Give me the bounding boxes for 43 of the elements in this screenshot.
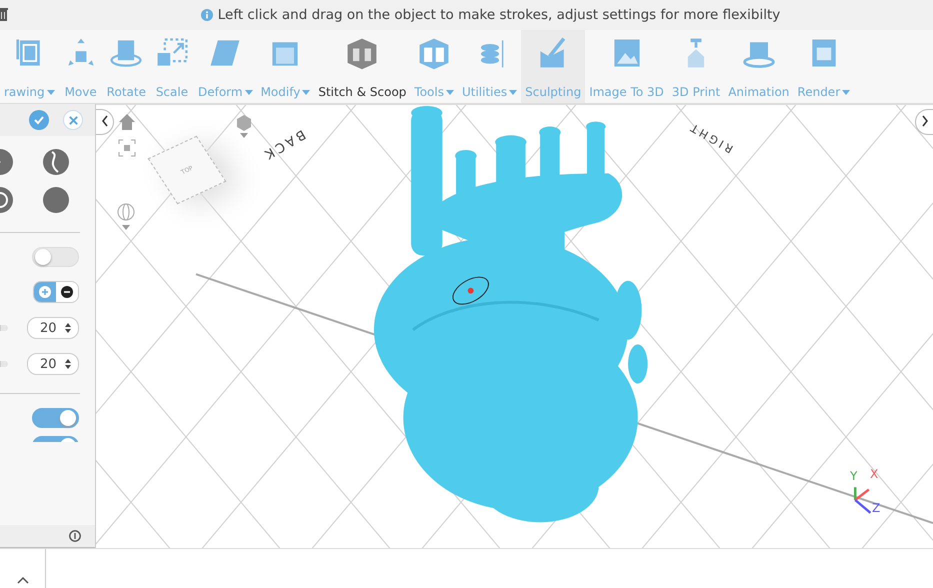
toolbar-button[interactable]: Move — [58, 30, 103, 103]
close-button[interactable] — [63, 110, 83, 130]
check-icon — [33, 114, 45, 126]
fit-view-icon[interactable] — [118, 139, 136, 157]
toolbar-dropdown-button[interactable]: Modify — [256, 30, 314, 103]
toggle-switch[interactable] — [32, 408, 79, 428]
info-icon[interactable] — [69, 530, 81, 542]
toolbar-dropdown-button[interactable]: Deform — [194, 30, 257, 103]
slider-track[interactable] — [0, 325, 8, 331]
toolbar-button[interactable]: Image To 3D — [585, 30, 668, 103]
confirm-button[interactable] — [29, 110, 49, 130]
toolbar-button[interactable]: 3D Print — [668, 30, 724, 103]
slider-track[interactable] — [0, 361, 8, 367]
chevron-right-icon — [920, 114, 928, 126]
chevron-left-icon — [100, 114, 108, 126]
toolbar-button[interactable]: Stitch & Scoop — [314, 30, 410, 103]
collapse-panel-button[interactable] — [96, 109, 114, 135]
toolbar-button[interactable]: Rotate — [102, 30, 150, 103]
number-input[interactable]: 20 — [27, 353, 79, 375]
spinner-arrows-icon[interactable] — [64, 358, 72, 370]
hint-text: Left click and drag on the object to make strokes, adjust settings for more flexibilty — [218, 7, 780, 23]
toolbar-button[interactable]: Animation — [724, 30, 794, 103]
toolbar-button[interactable]: Sculpting — [521, 30, 586, 103]
brush-icon[interactable] — [42, 148, 70, 176]
number-input[interactable]: 20 — [27, 317, 79, 339]
minus-icon — [61, 286, 73, 298]
toolbar-dropdown-button[interactable]: Tools — [410, 30, 458, 103]
spinner-arrows-icon[interactable] — [64, 322, 72, 334]
brush-icon[interactable] — [42, 186, 70, 214]
toolbar-dropdown-button[interactable]: rawing — [0, 30, 59, 103]
toolbar-dropdown-button[interactable]: Render — [793, 30, 854, 103]
orbit-icon[interactable] — [117, 203, 135, 231]
expand-panel-button[interactable] — [915, 109, 933, 135]
toolbar-button[interactable]: Scale — [150, 30, 194, 103]
close-icon — [68, 114, 78, 126]
axis-label: Y — [850, 469, 858, 483]
chevron-up-icon — [16, 576, 28, 584]
plus-icon — [39, 286, 51, 298]
axis-label: Z — [872, 501, 880, 515]
toolbar-dropdown-button[interactable]: Utilities — [458, 30, 522, 103]
info-icon — [200, 9, 213, 21]
trash-icon[interactable] — [0, 7, 8, 23]
axis-label: X — [870, 467, 878, 481]
